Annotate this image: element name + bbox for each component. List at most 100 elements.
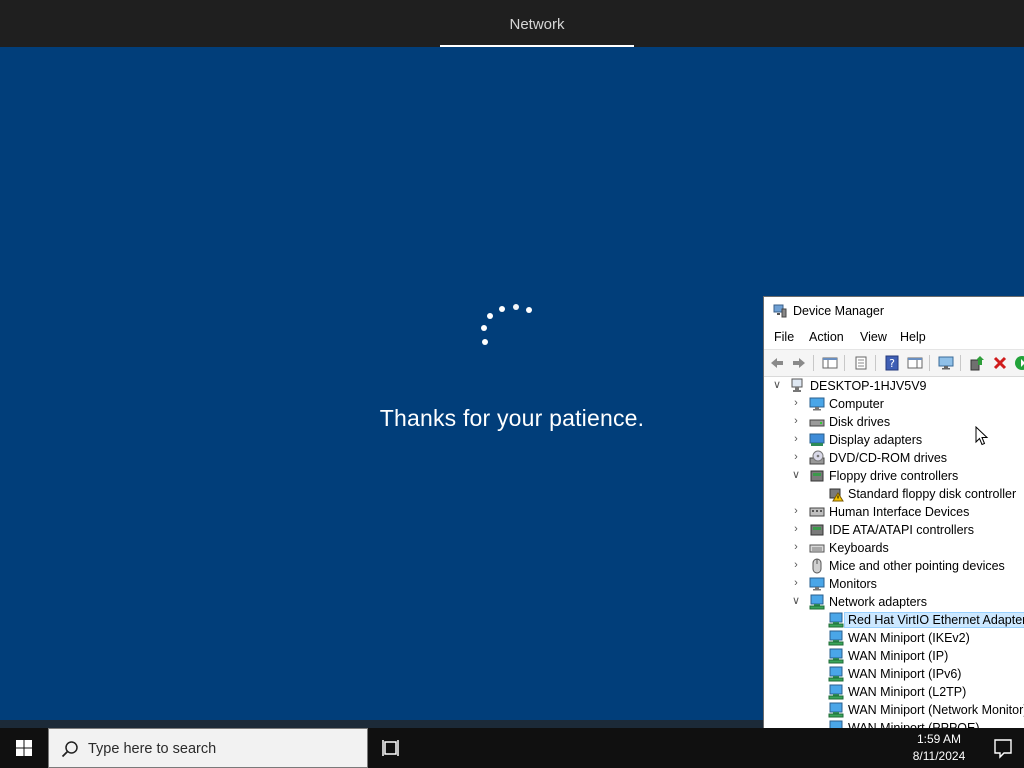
tree-item-label: Display adapters <box>829 433 923 447</box>
tree-item[interactable]: › Monitors <box>764 575 1024 593</box>
tree-item[interactable]: Red Hat VirtIO Ethernet Adapter <box>764 611 1024 629</box>
tree-item[interactable]: › Keyboards <box>764 539 1024 557</box>
chevron-down-icon[interactable]: ∨ <box>791 469 801 481</box>
tree-item[interactable]: WAN Miniport (IPv6) <box>764 665 1024 683</box>
tree-item[interactable]: ∨ DESKTOP-1HJV5V9 <box>764 377 1024 395</box>
device-manager-icon <box>773 304 787 318</box>
chevron-right-icon[interactable]: › <box>791 577 801 589</box>
mouse-icon <box>812 558 822 574</box>
chevron-right-icon[interactable]: › <box>791 397 801 409</box>
chevron-right-icon[interactable]: › <box>791 559 801 571</box>
network-adapter-icon <box>809 594 825 610</box>
tree-item-label: WAN Miniport (Network Monitor) <box>848 703 1024 717</box>
title-bar[interactable]: Device Manager <box>764 297 1024 325</box>
tree-item-label: WAN Miniport (IKEv2) <box>848 631 970 645</box>
tree-item-label: IDE ATA/ATAPI controllers <box>829 523 974 537</box>
tree-item[interactable]: WAN Miniport (Network Monitor) <box>764 701 1024 719</box>
tree-item-label: Network adapters <box>829 595 927 609</box>
tab-network: Network <box>509 16 565 33</box>
search-icon <box>61 741 78 758</box>
scan-hardware-icon[interactable] <box>938 355 954 371</box>
tree-item-label: Monitors <box>829 577 877 591</box>
tree-item-label: Standard floppy disk controller <box>848 487 1017 501</box>
menu-action[interactable]: Action <box>809 330 844 344</box>
network-adapter-icon <box>828 666 844 682</box>
show-hide-console-tree-icon[interactable] <box>822 355 838 371</box>
menu-help[interactable]: Help <box>900 330 926 344</box>
tree-item[interactable]: › Computer <box>764 395 1024 413</box>
help-icon[interactable]: ? <box>884 355 900 371</box>
back-icon[interactable] <box>769 355 785 371</box>
tree-item-label: DVD/CD-ROM drives <box>829 451 948 465</box>
menu-view[interactable]: View <box>860 330 887 344</box>
keyboard-icon <box>809 544 825 553</box>
tree-item[interactable]: ∨ Floppy drive controllers <box>764 467 1024 485</box>
oobe-bottom-bar <box>0 720 764 728</box>
chevron-right-icon[interactable]: › <box>791 523 801 535</box>
taskbar-clock[interactable]: 1:59 AM 8/11/2024 <box>896 731 982 767</box>
loading-spinner-icon <box>470 295 540 355</box>
taskbar-search-box[interactable]: Type here to search <box>48 728 368 768</box>
tree-item-label: WAN Miniport (IP) <box>848 649 949 663</box>
computer-icon <box>791 378 803 392</box>
tree-item[interactable]: › Mice and other pointing devices <box>764 557 1024 575</box>
network-adapter-icon <box>828 684 844 700</box>
dvd-drive-icon <box>809 450 825 465</box>
chevron-down-icon[interactable]: ∨ <box>791 595 801 607</box>
tree-item-label: Mice and other pointing devices <box>829 559 1005 573</box>
tree-item-label: DESKTOP-1HJV5V9 <box>810 379 927 393</box>
uninstall-icon[interactable] <box>992 355 1008 371</box>
display-adapter-icon <box>809 433 825 446</box>
toolbar-separator <box>875 355 876 371</box>
tree-item[interactable]: › Human Interface Devices <box>764 503 1024 521</box>
enable-device-icon[interactable] <box>1014 355 1024 371</box>
disk-drive-icon <box>809 419 825 427</box>
search-placeholder: Type here to search <box>88 741 217 757</box>
chevron-right-icon[interactable]: › <box>791 505 801 517</box>
chevron-right-icon[interactable]: › <box>791 541 801 553</box>
tree-item-label: WAN Miniport (IPv6) <box>848 667 962 681</box>
tree-item[interactable]: WAN Miniport (IKEv2) <box>764 629 1024 647</box>
toolbar-separator <box>813 355 814 371</box>
clock-time: 1:59 AM <box>916 732 962 746</box>
toolbar-separator <box>844 355 845 371</box>
monitor-icon <box>809 397 825 411</box>
properties-icon[interactable] <box>853 355 869 371</box>
network-adapter-icon <box>828 612 844 628</box>
clock-date: 8/11/2024 <box>912 749 966 763</box>
warning-device-icon <box>829 488 844 502</box>
tree-item[interactable]: › IDE ATA/ATAPI controllers <box>764 521 1024 539</box>
chevron-down-icon[interactable]: ∨ <box>772 379 782 391</box>
toolbar: ? <box>764 349 1024 377</box>
chevron-right-icon[interactable]: › <box>791 415 801 427</box>
controller-icon <box>810 470 824 482</box>
chevron-right-icon[interactable]: › <box>791 451 801 463</box>
tree-item[interactable]: Standard floppy disk controller <box>764 485 1024 503</box>
tree-item[interactable]: › DVD/CD-ROM drives <box>764 449 1024 467</box>
toolbar-separator <box>929 355 930 371</box>
task-view-icon[interactable] <box>368 728 416 768</box>
toolbar-separator <box>960 355 961 371</box>
chevron-right-icon[interactable]: › <box>791 433 801 445</box>
network-adapter-icon <box>828 648 844 664</box>
tree-item[interactable]: WAN Miniport (L2TP) <box>764 683 1024 701</box>
tree-item-label: Red Hat VirtIO Ethernet Adapter <box>843 612 1024 628</box>
update-driver-icon[interactable] <box>969 355 985 371</box>
network-adapter-icon <box>828 630 844 646</box>
tree-item-label: Keyboards <box>829 541 889 555</box>
forward-icon[interactable] <box>791 355 807 371</box>
controller-icon <box>810 524 824 536</box>
device-manager-window[interactable]: Device Manager File Action View Help ? ∨… <box>763 296 1024 737</box>
mouse-cursor-icon <box>975 426 989 446</box>
action-center-icon[interactable] <box>982 728 1024 768</box>
tree-item-label: WAN Miniport (L2TP) <box>848 685 967 699</box>
menu-bar: File Action View Help <box>764 327 1024 347</box>
tree-item[interactable]: ∨ Network adapters <box>764 593 1024 611</box>
tree-item-label: Human Interface Devices <box>829 505 970 519</box>
menu-file[interactable]: File <box>774 330 794 344</box>
network-adapter-icon <box>828 702 844 718</box>
windows-start-icon[interactable] <box>0 728 48 768</box>
action-pane-icon[interactable] <box>907 355 923 371</box>
tree-item[interactable]: WAN Miniport (IP) <box>764 647 1024 665</box>
svg-text:?: ? <box>889 357 895 370</box>
